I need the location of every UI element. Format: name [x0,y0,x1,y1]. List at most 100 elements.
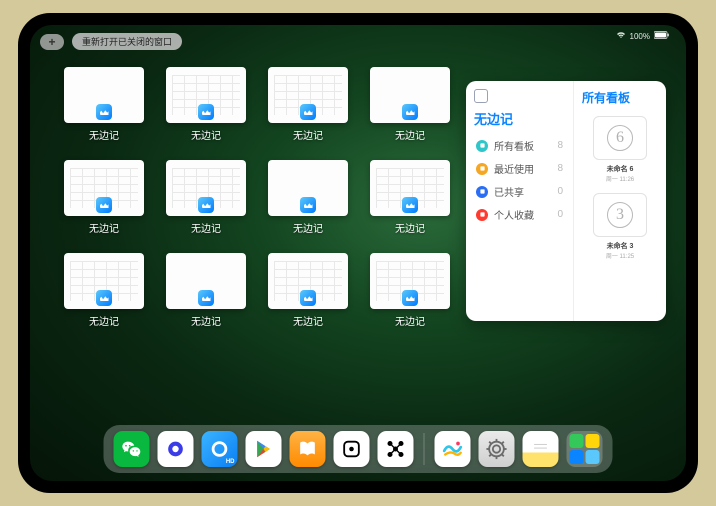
wifi-icon [616,31,626,41]
app-window[interactable]: 无边记 [64,160,144,235]
sidebar-item-count: 8 [557,140,563,151]
window-label: 无边记 [395,313,425,328]
board-date: 周一 11:25 [606,251,634,260]
freeform-badge-icon [198,290,214,306]
window-thumbnail [64,160,144,216]
window-label: 无边记 [395,127,425,142]
freeform-badge-icon [402,197,418,213]
settings-icon[interactable] [479,431,515,467]
window-thumbnail [64,67,144,123]
app-window[interactable]: 无边记 [64,67,144,142]
dock-separator [424,433,425,465]
sidebar-item[interactable]: 个人收藏 0 [474,203,565,226]
window-thumbnail [268,253,348,309]
sidebar-item-count: 0 [557,186,563,197]
category-dot-icon [476,140,488,152]
freeform-badge-icon [96,197,112,213]
window-label: 无边记 [395,220,425,235]
freeform-badge-icon [300,290,316,306]
quark-icon[interactable] [158,431,194,467]
mesh-app-icon[interactable] [378,431,414,467]
app-window[interactable]: 无边记 [370,253,450,328]
category-dot-icon [476,186,488,198]
playstore-icon[interactable] [246,431,282,467]
board-item[interactable]: 3 未命名 3周一 11:25 [585,193,655,260]
sidebar-item-count: 0 [557,209,563,220]
ipad-frame: 100% + 重新打开已关闭的窗口 无边记无边记无边记无边记无边记无边记无边记无… [18,13,698,493]
window-label: 无边记 [293,127,323,142]
notes-icon[interactable] [523,431,559,467]
freeform-badge-icon [198,197,214,213]
app-window[interactable]: 无边记 [370,67,450,142]
freeform-icon[interactable] [435,431,471,467]
sidebar-item-label: 个人收藏 [494,207,534,222]
app-window[interactable]: 无边记 [268,67,348,142]
dice-app-icon[interactable] [334,431,370,467]
freeform-badge-icon [402,104,418,120]
app-window[interactable]: 无边记 [166,160,246,235]
dock: HD [104,425,613,473]
window-label: 无边记 [89,313,119,328]
sidebar-item-count: 8 [557,163,563,174]
app-library-icon[interactable] [567,431,603,467]
window-thumbnail [166,253,246,309]
app-window[interactable]: 无边记 [166,253,246,328]
sidebar-item[interactable]: 所有看板 8 [474,134,565,157]
freeform-badge-icon [96,104,112,120]
category-dot-icon [476,163,488,175]
popover-section-title: 所有看板 [582,89,630,106]
window-thumbnail [166,67,246,123]
status-bar: 100% [616,31,670,41]
window-label: 无边记 [293,220,323,235]
add-window-button[interactable]: + [40,34,64,50]
popover-content: 所有看板 6 未命名 6周一 11:26 3 未命名 3周一 11:25 [574,81,666,321]
window-label: 无边记 [191,313,221,328]
topbar: + 重新打开已关闭的窗口 [40,33,182,50]
window-thumbnail [64,253,144,309]
battery-icon [654,31,670,41]
board-date: 周一 11:26 [606,174,634,183]
window-label: 无边记 [89,127,119,142]
freeform-popover[interactable]: ••• 无边记 所有看板8最近使用8已共享0个人收藏0 所有看板 6未命名 6周… [466,81,666,321]
app-window[interactable]: 无边记 [268,253,348,328]
board-name: 未命名 3 [607,241,634,251]
board-preview: 6 [593,116,647,160]
window-thumbnail [370,160,450,216]
window-thumbnail [268,67,348,123]
window-label: 无边记 [89,220,119,235]
window-thumbnail [370,253,450,309]
app-window[interactable]: 无边记 [166,67,246,142]
sidebar-item-label: 已共享 [494,184,524,199]
app-window[interactable]: 无边记 [268,160,348,235]
freeform-badge-icon [198,104,214,120]
freeform-badge-icon [96,290,112,306]
popover-sidebar: 无边记 所有看板 8 最近使用 8 已共享 0 个人收藏 0 [466,81,574,321]
scribble-icon: 3 [607,202,633,228]
board-name: 未命名 6 [607,164,634,174]
sidebar-item-label: 所有看板 [494,138,534,153]
battery-label: 100% [630,32,650,41]
freeform-badge-icon [300,197,316,213]
reopen-closed-window-button[interactable]: 重新打开已关闭的窗口 [72,33,182,50]
board-item[interactable]: 6 未命名 6周一 11:26 [585,116,655,183]
sidebar-item-label: 最近使用 [494,161,534,176]
sidebar-item[interactable]: 已共享 0 [474,180,565,203]
window-thumbnail [268,160,348,216]
window-label: 无边记 [191,220,221,235]
popover-title: 无边记 [474,109,565,128]
app-window[interactable]: 无边记 [64,253,144,328]
window-thumbnail [370,67,450,123]
app-window[interactable]: 无边记 [370,160,450,235]
app-switcher-grid: 无边记无边记无边记无边记无边记无边记无边记无边记无边记无边记无边记无边记 [64,67,450,328]
app-window-icon [474,89,488,103]
sidebar-item[interactable]: 最近使用 8 [474,157,565,180]
screen: 100% + 重新打开已关闭的窗口 无边记无边记无边记无边记无边记无边记无边记无… [30,25,686,481]
scribble-icon: 6 [607,125,633,151]
window-label: 无边记 [191,127,221,142]
window-thumbnail [166,160,246,216]
books-icon[interactable] [290,431,326,467]
freeform-badge-icon [402,290,418,306]
category-dot-icon [476,209,488,221]
wechat-icon[interactable] [114,431,150,467]
qq-browser-icon[interactable]: HD [202,431,238,467]
